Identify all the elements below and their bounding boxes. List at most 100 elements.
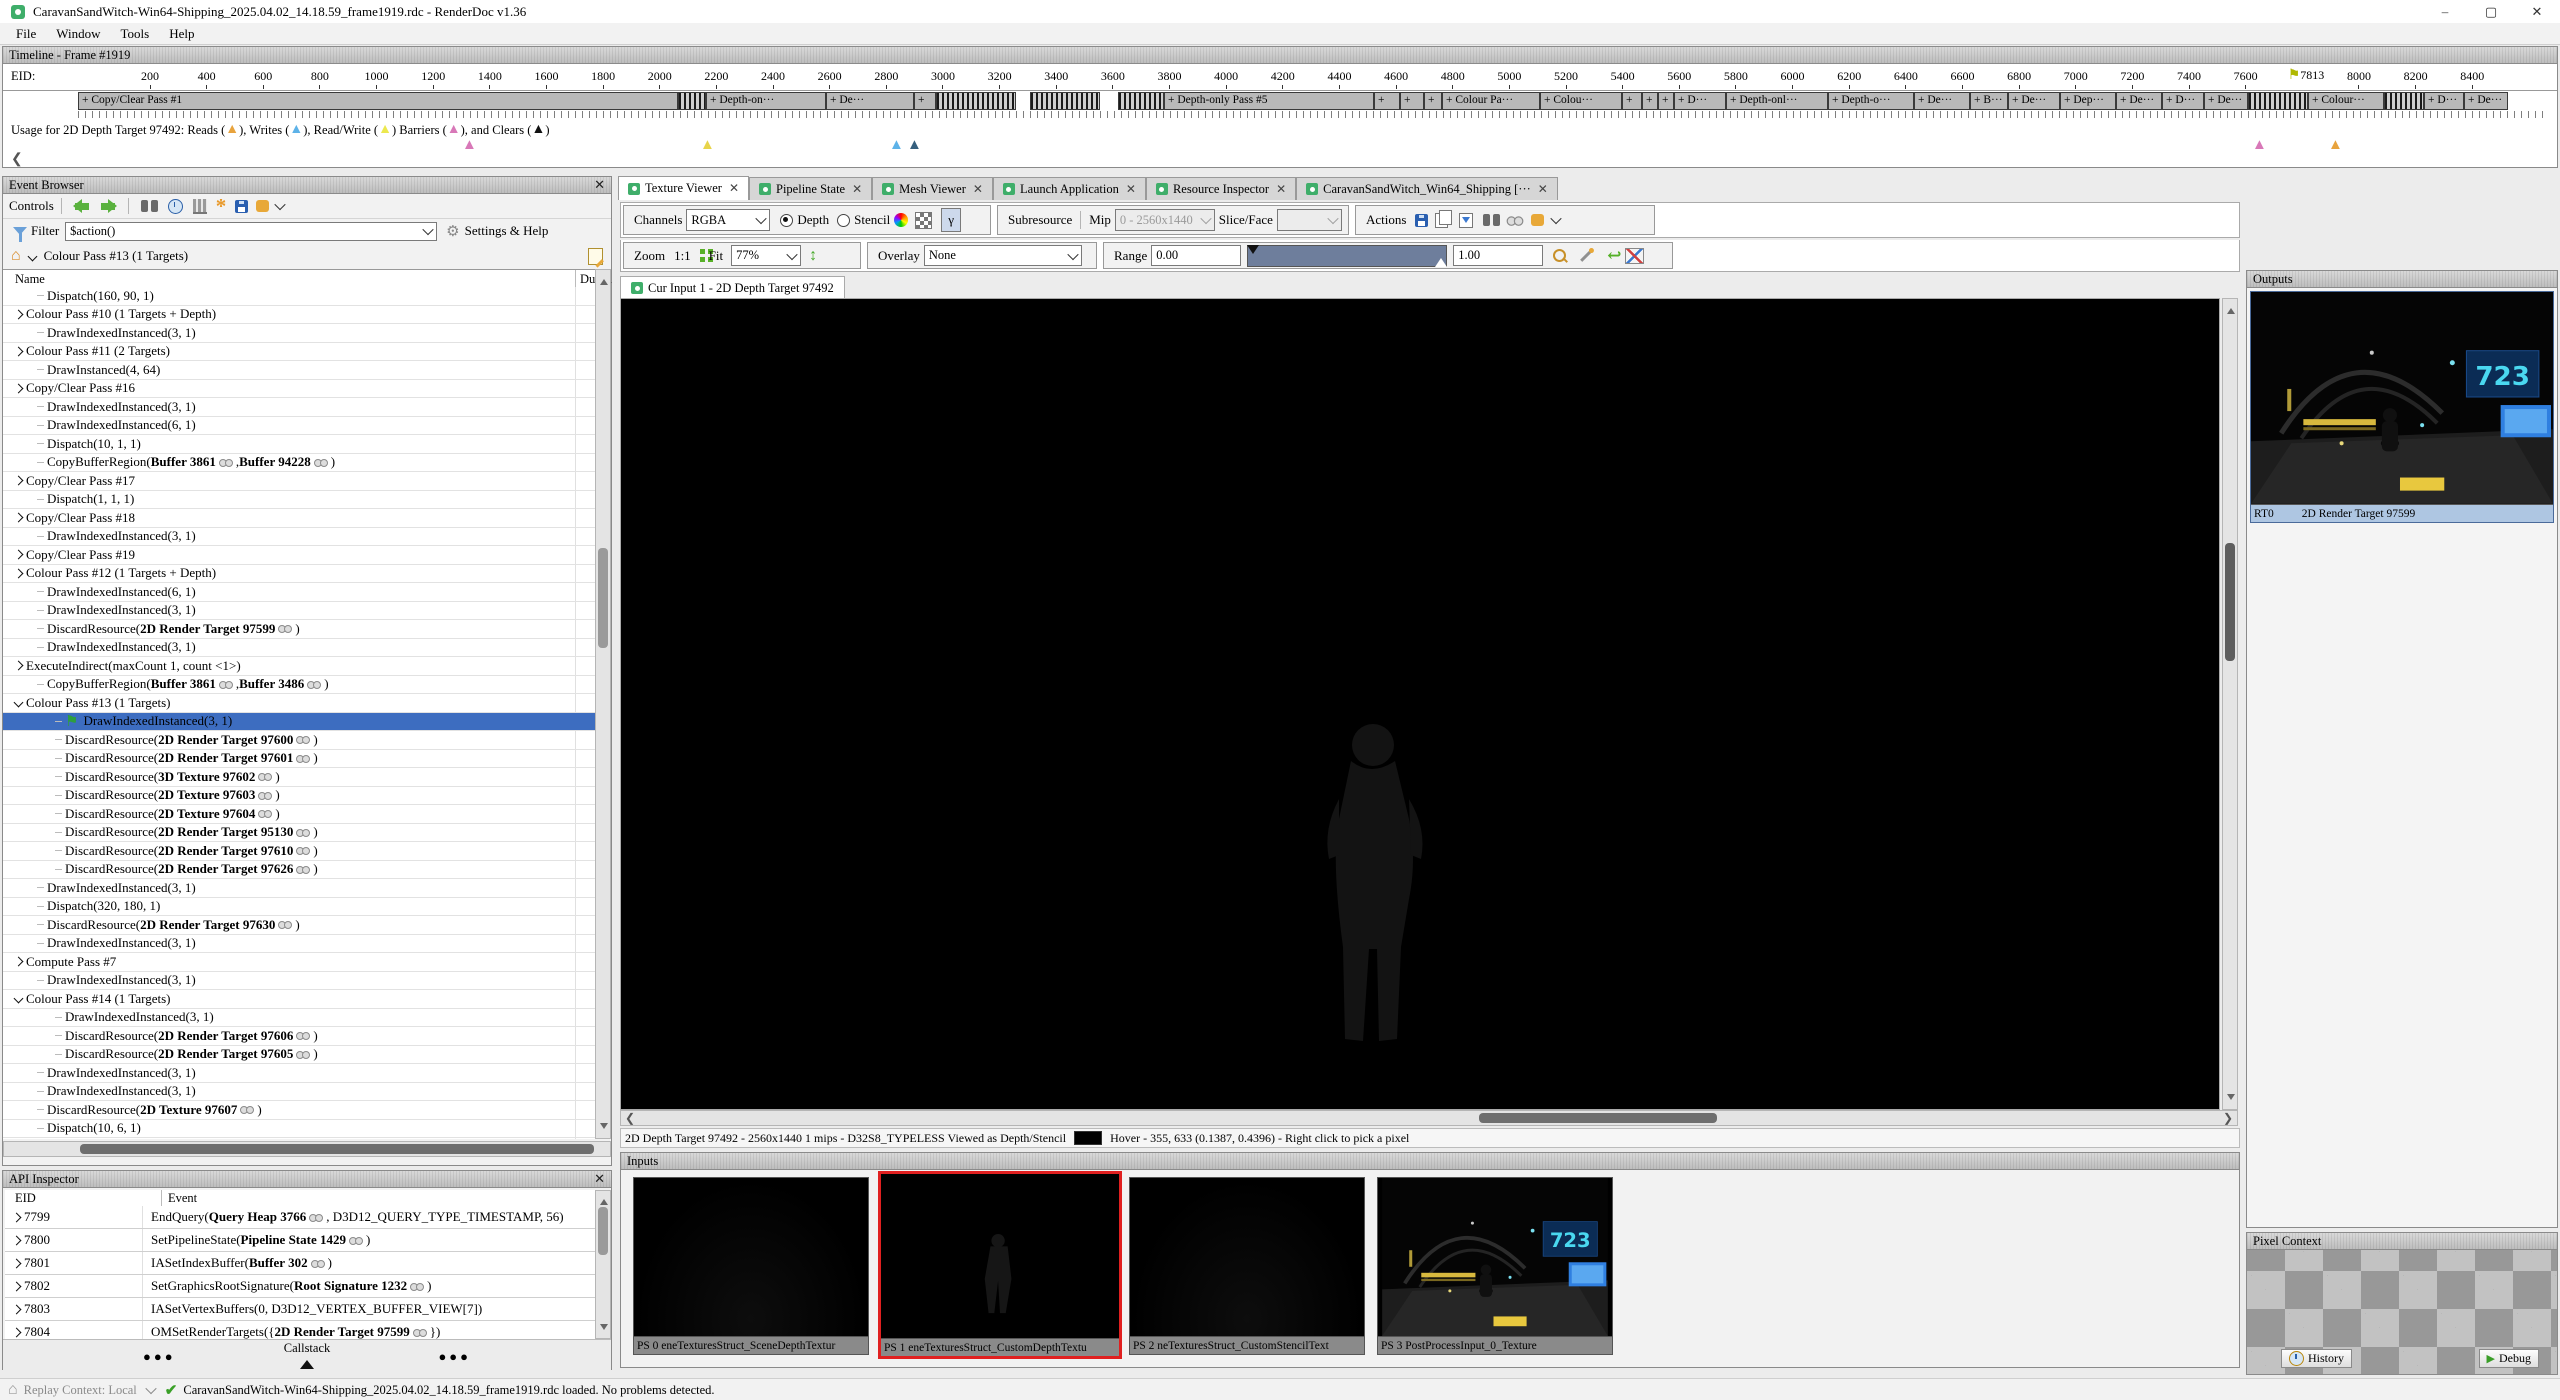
export-icon[interactable] bbox=[235, 200, 248, 213]
timeline-pass-segment[interactable]: + Colou··· bbox=[1540, 92, 1622, 110]
event-row[interactable]: DrawIndexedInstanced(3, 1) bbox=[3, 398, 595, 417]
link-icon[interactable] bbox=[1507, 215, 1524, 226]
mip-select[interactable]: 0 - 2560x1440 bbox=[1115, 209, 1215, 231]
settings-help-link[interactable]: Settings & Help bbox=[465, 223, 549, 239]
usage-marker-icon[interactable]: ▲ bbox=[700, 140, 715, 150]
timeline-activity-bar[interactable] bbox=[1016, 92, 1030, 110]
timeline-pass-segment[interactable]: + Depth-only Pass #5 bbox=[1164, 92, 1374, 110]
event-row[interactable]: DrawIndexedInstanced(3, 1) bbox=[3, 935, 595, 954]
resource-link[interactable]: Buffer 94228 bbox=[239, 454, 311, 470]
range-max-input[interactable]: 1.00 bbox=[1453, 245, 1543, 266]
event-row[interactable]: DiscardResource(2D Render Target 97610) bbox=[3, 842, 595, 861]
zoom-1to1-button[interactable]: 1:1 bbox=[674, 248, 691, 264]
tree-expand-icon[interactable] bbox=[12, 1304, 22, 1314]
timeline-activity-bar[interactable] bbox=[1100, 92, 1118, 110]
timeline-pass-segment[interactable]: + bbox=[1622, 92, 1642, 110]
statistics-icon[interactable] bbox=[193, 199, 207, 214]
close-icon[interactable]: ✕ bbox=[852, 182, 862, 197]
event-row[interactable]: DrawIndexedInstanced(3, 1) bbox=[3, 972, 595, 991]
event-list[interactable]: Dispatch(160, 90, 1)Colour Pass #10 (1 T… bbox=[3, 287, 595, 1139]
event-row[interactable]: DiscardResource(2D Render Target 97630) bbox=[3, 916, 595, 935]
resource-link[interactable]: Query Heap 3766 bbox=[209, 1209, 307, 1225]
event-row[interactable]: DiscardResource(2D Render Target 97608) bbox=[3, 1138, 595, 1139]
range-slider[interactable] bbox=[1247, 245, 1447, 267]
event-row[interactable]: CopyBufferRegion(Buffer 3861, Buffer 348… bbox=[3, 676, 595, 695]
event-row[interactable]: Colour Pass #12 (1 Targets + Depth) bbox=[3, 565, 595, 584]
timeline-pass-segment[interactable]: + De··· bbox=[1914, 92, 1970, 110]
event-browser-header[interactable]: Event Browser✕ bbox=[3, 177, 611, 194]
resource-link[interactable]: Root Signature 1232 bbox=[294, 1278, 407, 1294]
callstack-splitter[interactable]: ●●● Callstack ●●● bbox=[3, 1339, 611, 1370]
resource-link[interactable]: Buffer 3861 bbox=[151, 676, 216, 692]
edit-bookmark-icon[interactable] bbox=[588, 248, 603, 265]
event-row[interactable]: Copy/Clear Pass #19 bbox=[3, 546, 595, 565]
event-row[interactable]: DiscardResource(2D Render Target 97600) bbox=[3, 731, 595, 750]
histogram-icon[interactable] bbox=[1625, 248, 1644, 264]
replay-home-icon[interactable]: ⌂ bbox=[8, 1381, 18, 1399]
event-list-hscrollbar[interactable] bbox=[3, 1141, 611, 1157]
tab-launch-application[interactable]: Launch Application✕ bbox=[993, 177, 1146, 200]
tab-mesh-viewer[interactable]: Mesh Viewer✕ bbox=[872, 177, 993, 200]
save-texture-icon[interactable] bbox=[1415, 214, 1428, 227]
usage-marker-icon[interactable]: ▲ bbox=[889, 140, 904, 150]
api-row[interactable]: 7801IASetIndexBuffer(Buffer 302) bbox=[5, 1252, 595, 1275]
goto-icon[interactable] bbox=[1483, 214, 1500, 226]
checkerboard-background-icon[interactable] bbox=[915, 212, 932, 229]
tree-expand-icon[interactable] bbox=[14, 661, 24, 671]
scroll-left-icon[interactable]: ❮ bbox=[625, 1111, 635, 1126]
api-scrollbar[interactable] bbox=[595, 1190, 611, 1339]
replay-context-label[interactable]: Replay Context: Local bbox=[24, 1383, 137, 1398]
usage-marker-icon[interactable]: ▲ bbox=[2252, 140, 2267, 150]
event-row[interactable]: DrawIndexedInstanced(6, 1) bbox=[3, 417, 595, 436]
timeline-pass-segment[interactable]: + bbox=[1424, 92, 1442, 110]
event-row[interactable]: DrawIndexedInstanced(3, 1) bbox=[3, 528, 595, 547]
close-icon[interactable]: ✕ bbox=[594, 177, 605, 193]
tree-expand-icon[interactable] bbox=[14, 568, 24, 578]
range-min-input[interactable]: 0.00 bbox=[1151, 245, 1241, 266]
timeline-pass-segment[interactable]: + D··· bbox=[2162, 92, 2204, 110]
timeline-pass-segment[interactable]: + De··· bbox=[2464, 92, 2508, 110]
texture-display[interactable] bbox=[620, 298, 2220, 1110]
timeline-activity-bar[interactable] bbox=[678, 92, 706, 110]
usage-marker-icon[interactable]: ▲ bbox=[2328, 140, 2343, 150]
timeline-pass-segment[interactable]: + B··· bbox=[1970, 92, 2008, 110]
timeline-activity-bar[interactable] bbox=[1118, 92, 1164, 110]
event-row[interactable]: Colour Pass #13 (1 Targets) bbox=[3, 694, 595, 713]
api-inspector-header[interactable]: API Inspector✕ bbox=[3, 1171, 611, 1188]
tree-expand-icon[interactable] bbox=[14, 346, 24, 356]
resource-link[interactable]: Buffer 302 bbox=[249, 1255, 308, 1271]
input-thumbnail-2[interactable]: PS 2 neTexturesStruct_CustomStencilText bbox=[1129, 1177, 1365, 1355]
event-row[interactable]: Copy/Clear Pass #17 bbox=[3, 472, 595, 491]
resource-link[interactable]: Pipeline State 1429 bbox=[241, 1232, 346, 1248]
minimize-button[interactable]: – bbox=[2422, 1, 2468, 23]
event-row[interactable]: DrawIndexedInstanced(3, 1) bbox=[3, 879, 595, 898]
resource-link[interactable]: 2D Texture 97603 bbox=[158, 787, 255, 803]
chevron-down-icon[interactable] bbox=[1551, 213, 1562, 224]
event-row[interactable]: DrawInstanced(4, 64) bbox=[3, 361, 595, 380]
timeline-activity-bar[interactable] bbox=[936, 92, 1016, 110]
timeline-activity-bar[interactable] bbox=[1030, 92, 1100, 110]
timeline-pass-segment[interactable]: + Depth-o··· bbox=[1828, 92, 1914, 110]
menu-file[interactable]: File bbox=[6, 24, 46, 44]
home-icon[interactable]: ⌂ bbox=[11, 247, 21, 265]
event-row[interactable]: DrawIndexedInstanced(3, 1) bbox=[3, 1064, 595, 1083]
resource-link[interactable]: 2D Render Target 97599 bbox=[140, 621, 275, 637]
event-row[interactable]: Compute Pass #7 bbox=[3, 953, 595, 972]
overlay-select[interactable]: None bbox=[924, 245, 1082, 266]
event-row[interactable]: ExecuteIndirect(maxCount 1, count <1>) bbox=[3, 657, 595, 676]
close-icon[interactable]: ✕ bbox=[1126, 182, 1136, 197]
tree-expand-icon[interactable] bbox=[12, 1327, 22, 1337]
chevron-down-icon[interactable] bbox=[145, 1383, 156, 1394]
event-row[interactable]: Dispatch(10, 6, 1) bbox=[3, 1120, 595, 1139]
menu-help[interactable]: Help bbox=[159, 24, 204, 44]
event-row[interactable]: Copy/Clear Pass #16 bbox=[3, 380, 595, 399]
event-row[interactable]: Colour Pass #11 (2 Targets) bbox=[3, 343, 595, 362]
viewer-hscrollbar[interactable]: ❮ ❯ bbox=[620, 1110, 2238, 1126]
timeline-pass-strip[interactable]: + Copy/Clear Pass #1+ Depth-on···+ De···… bbox=[78, 92, 2548, 110]
debug-button[interactable]: ▶ Debug bbox=[2479, 1349, 2539, 1368]
timeline-activity-bar[interactable] bbox=[2384, 92, 2424, 110]
event-row[interactable]: DrawIndexedInstanced(3, 1) bbox=[3, 1083, 595, 1102]
timeline-pass-segment[interactable]: + De··· bbox=[2116, 92, 2162, 110]
usage-marker-icon[interactable]: ▲ bbox=[462, 140, 477, 150]
chevron-down-icon[interactable] bbox=[27, 251, 37, 261]
